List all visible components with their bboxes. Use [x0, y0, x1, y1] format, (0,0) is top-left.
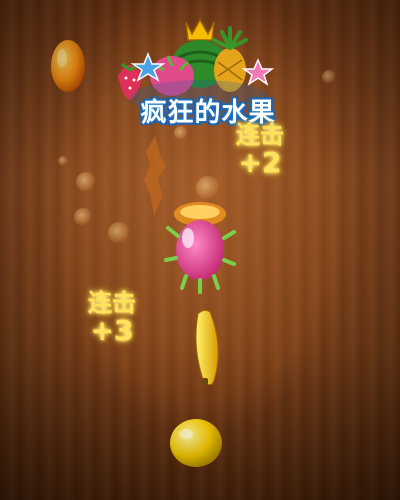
combo-value: +2: [238, 146, 282, 180]
combo-label: 连击: [236, 121, 284, 149]
crown-icon: [185, 18, 215, 41]
light-bubble: [108, 222, 130, 244]
dragon-fruit-icon[interactable]: [164, 198, 236, 294]
banana-icon[interactable]: [190, 308, 226, 388]
light-bubble: [76, 172, 96, 192]
mango-icon[interactable]: [46, 36, 90, 96]
combo-popup: 连击 +2: [236, 122, 284, 179]
lemon-icon[interactable]: [166, 414, 226, 472]
game-scene[interactable]: 疯狂的水果 连击 +2 连击 +3: [0, 0, 400, 500]
light-bubble: [58, 156, 68, 166]
combo-value: +3: [90, 314, 134, 348]
light-bubble: [74, 208, 92, 226]
star-icon: [241, 58, 275, 86]
light-bubble: [322, 70, 336, 84]
combo-label: 连击: [88, 289, 136, 317]
combo-popup: 连击 +3: [88, 290, 136, 347]
light-bubble: [196, 176, 220, 200]
